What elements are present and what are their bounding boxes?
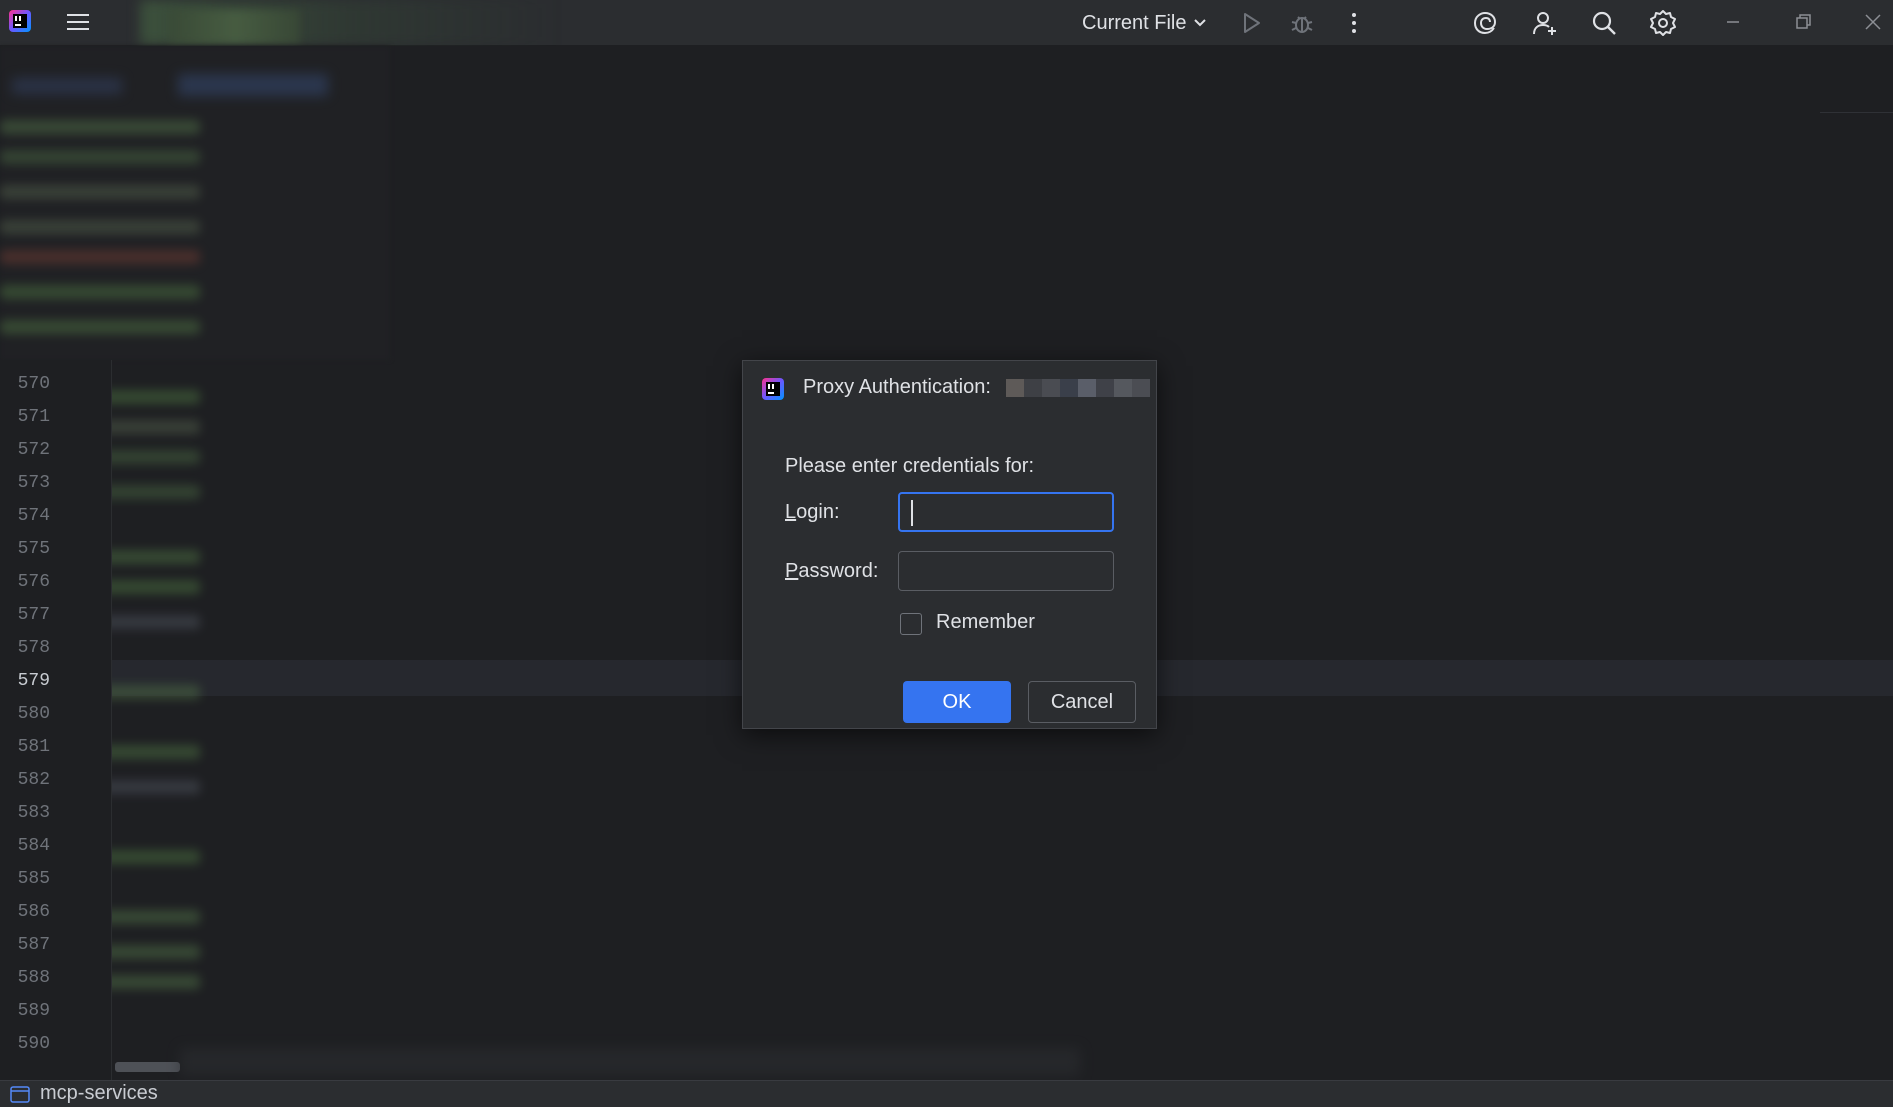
blurred-tab bbox=[12, 78, 122, 94]
line-number: 572 bbox=[17, 440, 50, 460]
line-number: 590 bbox=[17, 1034, 50, 1054]
project-name[interactable]: mcp-services bbox=[40, 1082, 158, 1105]
line-number: 583 bbox=[17, 803, 50, 823]
blurred-project-widget bbox=[170, 10, 300, 44]
settings-gear-icon[interactable] bbox=[1649, 9, 1677, 37]
blurred-code-token bbox=[0, 250, 200, 264]
line-number: 586 bbox=[17, 902, 50, 922]
line-number: 588 bbox=[17, 968, 50, 988]
remember-label[interactable]: Remember bbox=[936, 611, 1035, 634]
hamburger-menu-icon[interactable] bbox=[65, 10, 91, 34]
blurred-code-token bbox=[405, 250, 665, 264]
blurred-code-token bbox=[405, 185, 665, 199]
line-number: 571 bbox=[17, 407, 50, 427]
ai-assistant-icon[interactable] bbox=[1471, 9, 1499, 37]
text-caret bbox=[911, 500, 913, 526]
blurred-code-token bbox=[405, 450, 665, 464]
line-number: 589 bbox=[17, 1001, 50, 1021]
blurred-code-token bbox=[405, 850, 665, 864]
divider bbox=[1820, 112, 1893, 113]
blurred-tab bbox=[178, 74, 328, 96]
title-bar: Current File bbox=[0, 0, 1893, 46]
blurred-code-token bbox=[405, 550, 665, 564]
blurred-code-token bbox=[405, 780, 665, 794]
line-number-gutter: 570 571 572 573 574 575 576 577 578 579 580 581 582 5… bbox=[0, 360, 112, 1080]
line-number: 578 bbox=[17, 638, 50, 658]
line-number: 570 bbox=[17, 374, 50, 394]
line-number: 576 bbox=[17, 572, 50, 592]
run-config-label: Current File bbox=[1082, 11, 1187, 34]
line-number: 577 bbox=[17, 605, 50, 625]
cancel-button[interactable]: Cancel bbox=[1028, 681, 1136, 723]
blurred-code-token bbox=[405, 580, 665, 594]
line-number: 585 bbox=[17, 869, 50, 889]
login-label: Login: bbox=[785, 501, 840, 523]
line-number: 574 bbox=[17, 506, 50, 526]
blurred-code-token bbox=[0, 320, 200, 334]
horizontal-scrollbar[interactable] bbox=[115, 1062, 180, 1072]
blurred-panel bbox=[180, 1048, 1080, 1076]
password-input[interactable] bbox=[898, 551, 1114, 591]
debug-icon[interactable] bbox=[1288, 9, 1316, 37]
close-icon[interactable] bbox=[1858, 8, 1888, 36]
blurred-code-token bbox=[405, 485, 665, 499]
more-vertical-icon[interactable] bbox=[1340, 9, 1368, 37]
login-input[interactable] bbox=[898, 492, 1114, 532]
blurred-code-token bbox=[405, 615, 665, 629]
blurred-code-token bbox=[0, 285, 200, 299]
app-logo-icon[interactable] bbox=[8, 9, 32, 33]
blurred-code-token bbox=[405, 320, 665, 334]
remember-checkbox[interactable] bbox=[900, 613, 922, 635]
ok-button[interactable]: OK bbox=[903, 681, 1011, 723]
project-module-icon bbox=[10, 1086, 30, 1103]
run-icon[interactable] bbox=[1237, 9, 1265, 37]
blurred-code-token bbox=[405, 120, 665, 134]
blurred-code-token bbox=[0, 120, 200, 134]
line-number: 579 bbox=[17, 671, 50, 691]
blurred-code-token bbox=[405, 390, 665, 404]
blurred-code-token bbox=[405, 975, 665, 989]
search-icon[interactable] bbox=[1590, 9, 1618, 37]
blurred-code-token bbox=[405, 285, 665, 299]
add-user-icon[interactable] bbox=[1531, 9, 1559, 37]
line-number: 573 bbox=[17, 473, 50, 493]
blurred-code-token bbox=[405, 150, 665, 164]
credentials-prompt: Please enter credentials for: bbox=[785, 455, 1035, 477]
blurred-code-token bbox=[405, 910, 665, 924]
blurred-code-token bbox=[0, 150, 200, 164]
line-number: 584 bbox=[17, 836, 50, 856]
blurred-code-token bbox=[405, 745, 665, 759]
minimize-icon[interactable] bbox=[1718, 8, 1748, 36]
line-number: 582 bbox=[17, 770, 50, 790]
run-configuration-selector[interactable]: Current File bbox=[1082, 10, 1208, 36]
blurred-code-token bbox=[405, 220, 665, 234]
status-bar: mcp-services bbox=[0, 1080, 1893, 1107]
blurred-code-token bbox=[0, 220, 200, 234]
chevron-down-icon bbox=[1194, 19, 1207, 27]
line-number: 575 bbox=[17, 539, 50, 559]
line-number: 587 bbox=[17, 935, 50, 955]
blurred-code-token bbox=[405, 685, 665, 699]
blurred-code-token bbox=[405, 945, 665, 959]
blurred-code-token bbox=[0, 185, 200, 199]
dialog-title: Proxy Authentication: bbox=[803, 376, 991, 398]
restore-icon[interactable] bbox=[1788, 8, 1818, 36]
line-number: 580 bbox=[17, 704, 50, 724]
password-label: Password: bbox=[785, 560, 879, 582]
proxy-authentication-dialog: Proxy Authentication: Please enter crede… bbox=[742, 360, 1157, 729]
redacted-host bbox=[1006, 379, 1150, 397]
app-logo-icon bbox=[762, 378, 784, 400]
blurred-code-token bbox=[405, 420, 665, 434]
line-number: 581 bbox=[17, 737, 50, 757]
